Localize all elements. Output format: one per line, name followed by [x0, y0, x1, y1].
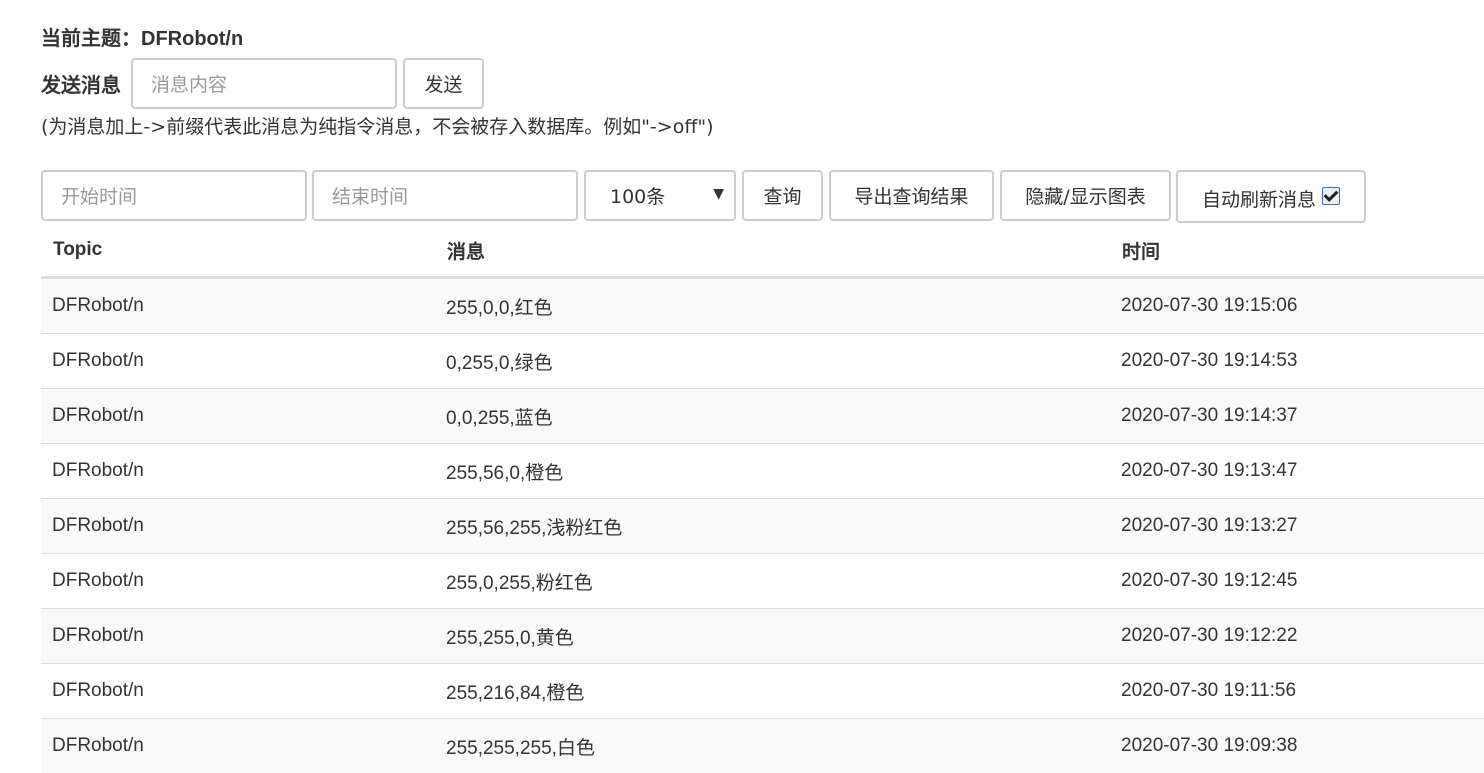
dropdown-arrow-icon: ▼ [713, 186, 724, 202]
table-header-row: Topic 消息 时间 [41, 224, 1484, 278]
cell-topic: DFRobot/n [41, 664, 435, 719]
cell-topic: DFRobot/n [41, 609, 435, 664]
table-row: DFRobot/n 0,255,0,绿色 2020-07-30 19:14:53 [41, 334, 1484, 389]
command-hint-text: (为消息加上->前缀代表此消息为纯指令消息，不会被存入数据库。例如"->off"… [41, 112, 714, 139]
current-topic-label: 当前主题： [41, 28, 141, 50]
cell-time: 2020-07-30 19:12:45 [1110, 554, 1484, 609]
cell-message: 255,56,0,橙色 [435, 444, 1110, 499]
cell-topic: DFRobot/n [41, 389, 435, 444]
toggle-chart-button[interactable]: 隐藏/显示图表 [1000, 170, 1171, 221]
table-row: DFRobot/n 255,0,255,粉红色 2020-07-30 19:12… [41, 554, 1484, 609]
table-row: DFRobot/n 0,0,255,蓝色 2020-07-30 19:14:37 [41, 389, 1484, 444]
table-row: DFRobot/n 255,216,84,橙色 2020-07-30 19:11… [41, 664, 1484, 719]
table-row: DFRobot/n 255,0,0,红色 2020-07-30 19:15:06 [41, 278, 1484, 334]
cell-time: 2020-07-30 19:11:56 [1110, 664, 1484, 719]
start-time-input[interactable]: 开始时间 [41, 170, 307, 221]
limit-select-value: 100条 [610, 182, 665, 209]
query-button[interactable]: 查询 [742, 170, 823, 221]
send-message-label: 发送消息 [41, 69, 121, 98]
cell-message: 255,56,255,浅粉红色 [435, 499, 1110, 554]
current-topic-value: DFRobot/n [141, 28, 243, 50]
table-row: DFRobot/n 255,56,255,浅粉红色 2020-07-30 19:… [41, 499, 1484, 554]
cell-topic: DFRobot/n [41, 719, 435, 773]
cell-time: 2020-07-30 19:12:22 [1110, 609, 1484, 664]
cell-time: 2020-07-30 19:15:06 [1110, 278, 1484, 334]
cell-topic: DFRobot/n [41, 554, 435, 609]
table-row: DFRobot/n 255,255,0,黄色 2020-07-30 19:12:… [41, 609, 1484, 664]
cell-time: 2020-07-30 19:09:38 [1110, 719, 1484, 773]
message-table: Topic 消息 时间 DFRobot/n 255,0,0,红色 2020-07… [41, 224, 1484, 773]
cell-message: 255,255,0,黄色 [435, 609, 1110, 664]
end-time-placeholder: 结束时间 [332, 182, 408, 209]
auto-refresh-checkbox[interactable] [1322, 187, 1340, 205]
cell-time: 2020-07-30 19:14:53 [1110, 334, 1484, 389]
cell-topic: DFRobot/n [41, 334, 435, 389]
message-content-input[interactable]: 消息内容 [131, 58, 397, 109]
send-button[interactable]: 发送 [403, 58, 484, 109]
column-header-topic: Topic [41, 224, 435, 278]
end-time-input[interactable]: 结束时间 [312, 170, 578, 221]
column-header-time: 时间 [1110, 224, 1484, 278]
limit-select[interactable]: 100条 ▼ [584, 170, 736, 221]
current-topic: 当前主题：DFRobot/n [41, 22, 243, 51]
cell-message: 255,0,255,粉红色 [435, 554, 1110, 609]
cell-topic: DFRobot/n [41, 499, 435, 554]
table-row: DFRobot/n 255,255,255,白色 2020-07-30 19:0… [41, 719, 1484, 773]
cell-message: 255,255,255,白色 [435, 719, 1110, 773]
cell-time: 2020-07-30 19:13:27 [1110, 499, 1484, 554]
cell-topic: DFRobot/n [41, 278, 435, 334]
start-time-placeholder: 开始时间 [61, 182, 137, 209]
message-content-placeholder: 消息内容 [151, 70, 227, 97]
cell-message: 0,255,0,绿色 [435, 334, 1110, 389]
cell-time: 2020-07-30 19:14:37 [1110, 389, 1484, 444]
auto-refresh-toggle[interactable]: 自动刷新消息 [1176, 170, 1366, 223]
cell-message: 255,0,0,红色 [435, 278, 1110, 334]
table-row: DFRobot/n 255,56,0,橙色 2020-07-30 19:13:4… [41, 444, 1484, 499]
export-results-button[interactable]: 导出查询结果 [829, 170, 994, 221]
cell-time: 2020-07-30 19:13:47 [1110, 444, 1484, 499]
cell-message: 0,0,255,蓝色 [435, 389, 1110, 444]
cell-message: 255,216,84,橙色 [435, 664, 1110, 719]
auto-refresh-label: 自动刷新消息 [1202, 185, 1316, 212]
cell-topic: DFRobot/n [41, 444, 435, 499]
column-header-message: 消息 [435, 224, 1110, 278]
table-body: DFRobot/n 255,0,0,红色 2020-07-30 19:15:06… [41, 278, 1484, 773]
